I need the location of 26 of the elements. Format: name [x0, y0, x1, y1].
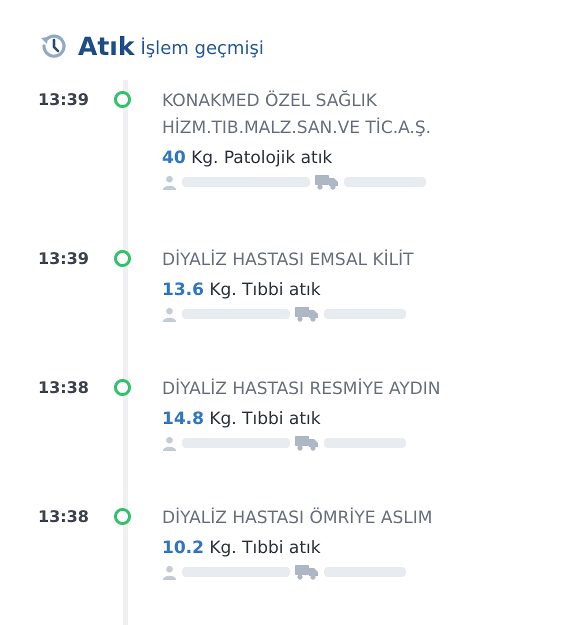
- entry-time: 13:39: [38, 248, 90, 268]
- entry-time: 13:38: [38, 377, 90, 397]
- entry-name: KONAKMED ÖZEL SAĞLIK HİZM.TIB.MALZ.SAN.VE TİC.A.Ş.: [162, 89, 432, 140]
- entry-name: DİYALİZ HASTASI ÖMRİYE ASLIM: [162, 506, 434, 530]
- entry-amount: 40 Kg. Patolojik atık: [162, 148, 334, 168]
- entry-amount: 14.8 Kg. Tıbbi atık: [162, 409, 322, 430]
- truck-icon: [295, 306, 319, 322]
- truck-icon: [295, 564, 319, 580]
- timeline-dot: [114, 379, 131, 396]
- person-icon: [162, 174, 177, 190]
- entry-name: DİYALİZ HASTASI EMSAL KİLİT: [162, 248, 414, 272]
- entry-name: DİYALİZ HASTASI RESMİYE AYDIN: [162, 378, 442, 401]
- timeline-dot: [114, 250, 131, 267]
- entry-time: 13:38: [38, 506, 90, 526]
- timeline-dot: [114, 508, 131, 525]
- page-subtitle: İşlem geçmişi: [140, 38, 264, 58]
- entry-time: 13:39: [38, 89, 90, 109]
- entry-amount: 10.2 Kg. Tıbbi atık: [162, 538, 322, 558]
- person-icon: [162, 564, 177, 580]
- person-icon: [162, 306, 177, 322]
- truck-icon: [295, 435, 319, 452]
- timeline-dot: [114, 91, 131, 108]
- truck-icon: [315, 174, 339, 190]
- entry-amount: 13.6 Kg. Tıbbi atık: [162, 280, 322, 300]
- person-icon: [162, 436, 177, 451]
- page-title: Atık: [78, 32, 134, 60]
